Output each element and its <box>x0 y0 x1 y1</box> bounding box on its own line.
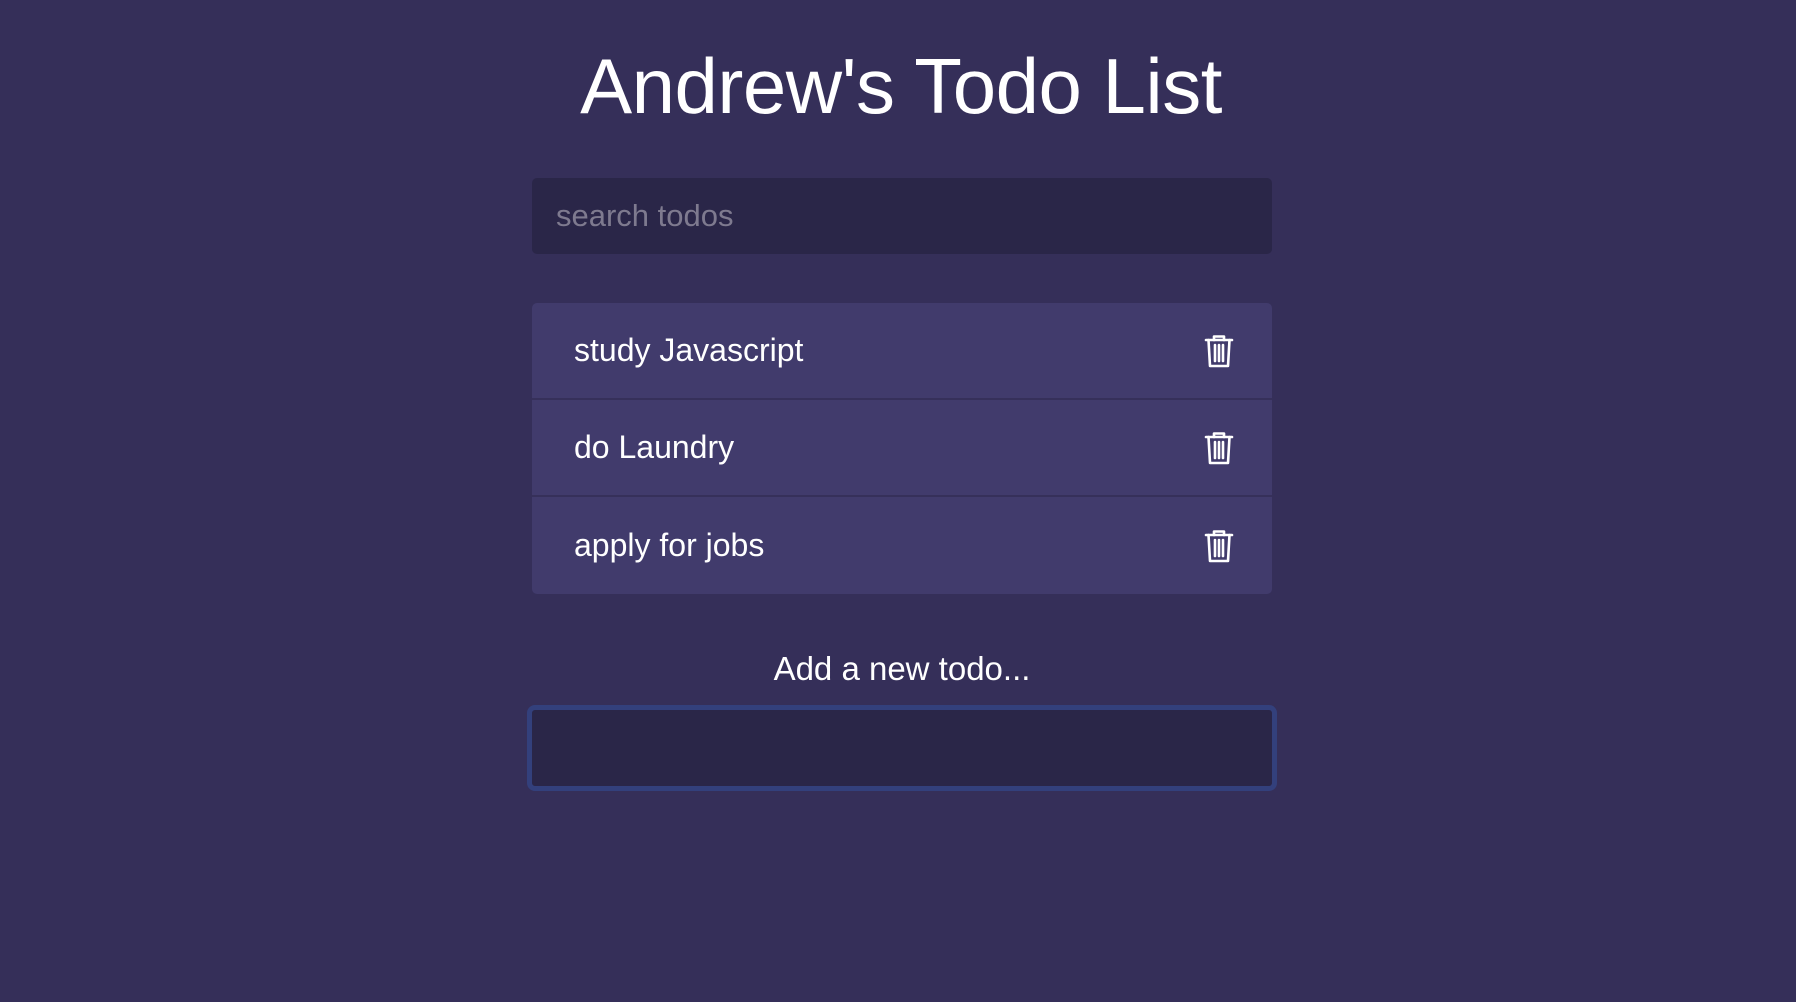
list-item: study Javascript <box>532 303 1272 400</box>
todo-label: do Laundry <box>574 429 735 465</box>
trash-icon[interactable] <box>1204 334 1234 368</box>
todo-app: Andrew's Todo List study Javascript do L… <box>0 0 1796 1002</box>
todo-label: study Javascript <box>574 332 804 368</box>
page-title: Andrew's Todo List <box>580 42 1222 130</box>
trash-icon[interactable] <box>1204 529 1234 563</box>
todo-list: study Javascript do Laundry apply for jo… <box>532 303 1272 594</box>
list-item: apply for jobs <box>532 497 1272 594</box>
todo-label: apply for jobs <box>574 527 765 563</box>
add-todo-input[interactable] <box>527 705 1277 791</box>
add-todo-label: Add a new todo... <box>773 650 1031 687</box>
list-item: do Laundry <box>532 400 1272 497</box>
trash-icon[interactable] <box>1204 431 1234 465</box>
search-input[interactable] <box>532 178 1272 254</box>
